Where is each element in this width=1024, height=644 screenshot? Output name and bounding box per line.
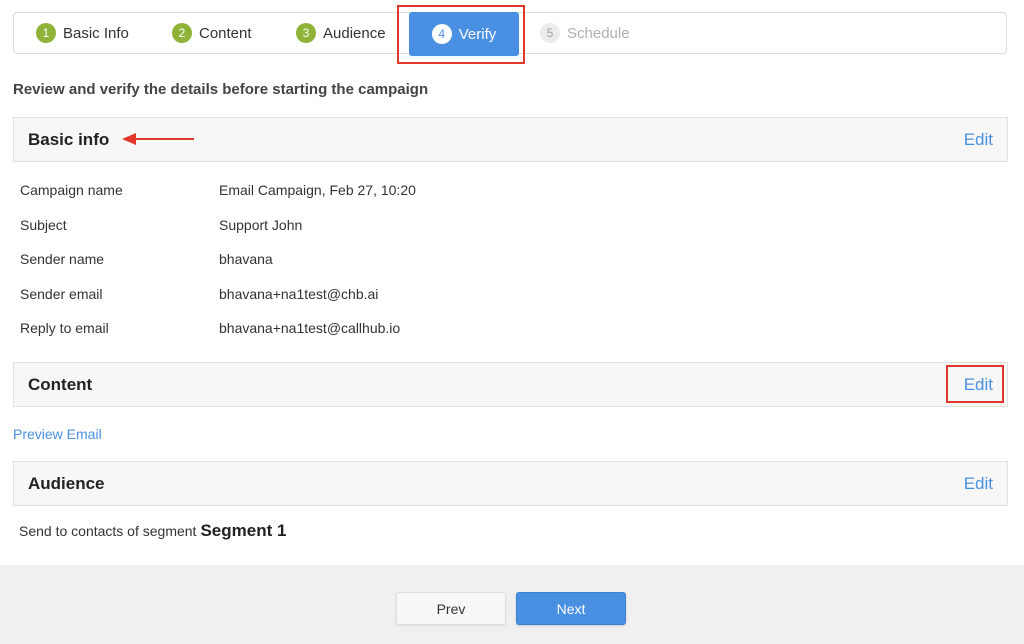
info-key: Subject	[20, 217, 67, 233]
preview-email-link[interactable]: Preview Email	[13, 426, 102, 442]
prev-button[interactable]: Prev	[396, 592, 506, 625]
step-content[interactable]: 2 Content	[172, 13, 252, 53]
step-label: Verify	[458, 25, 497, 43]
info-value: bhavana+na1test@chb.ai	[219, 286, 379, 302]
step-number-badge: 2	[172, 23, 192, 43]
step-audience[interactable]: 3 Audience	[296, 13, 386, 53]
step-label: Schedule	[567, 24, 630, 42]
info-key: Reply to email	[20, 320, 109, 336]
page-intro: Review and verify the details before sta…	[13, 81, 429, 98]
section-header-content: Content Edit	[13, 362, 1008, 407]
edit-audience-link[interactable]: Edit	[964, 474, 993, 494]
info-value: bhavana+na1test@callhub.io	[219, 320, 401, 336]
section-title: Basic info	[28, 129, 110, 149]
footer-bar: Prev Next	[0, 565, 1024, 644]
segment-summary: Send to contacts of segment Segment 1	[19, 521, 286, 541]
step-label: Content	[199, 24, 252, 42]
segment-name: Segment 1	[200, 521, 287, 540]
step-label: Audience	[323, 24, 386, 42]
section-title: Audience	[28, 473, 105, 493]
step-number-badge: 3	[296, 23, 316, 43]
edit-basic-info-link[interactable]: Edit	[964, 130, 993, 150]
info-key: Sender name	[20, 251, 105, 267]
step-number-badge: 1	[36, 23, 56, 43]
wizard-stepper: 1 Basic Info 2 Content 3 Audience 4 Veri…	[13, 12, 1007, 56]
section-title: Content	[28, 374, 93, 394]
info-value: Email Campaign, Feb 27, 10:20	[219, 182, 416, 198]
step-number-badge: 4	[431, 24, 452, 44]
step-basic-info[interactable]: 1 Basic Info	[36, 13, 129, 53]
next-button[interactable]: Next	[516, 592, 626, 625]
info-key: Sender email	[20, 286, 103, 302]
step-verify[interactable]: 4 Verify	[409, 12, 519, 56]
edit-content-link[interactable]: Edit	[964, 375, 993, 395]
info-value: bhavana	[219, 251, 273, 267]
info-key: Campaign name	[20, 182, 123, 198]
segment-prefix: Send to contacts of segment	[19, 523, 197, 539]
info-value: Support John	[219, 217, 303, 233]
annotation-arrow-icon	[122, 133, 194, 145]
section-header-audience: Audience Edit	[13, 461, 1008, 506]
step-number-badge: 5	[540, 23, 560, 43]
step-label: Basic Info	[63, 24, 129, 42]
step-schedule: 5 Schedule	[540, 13, 630, 53]
